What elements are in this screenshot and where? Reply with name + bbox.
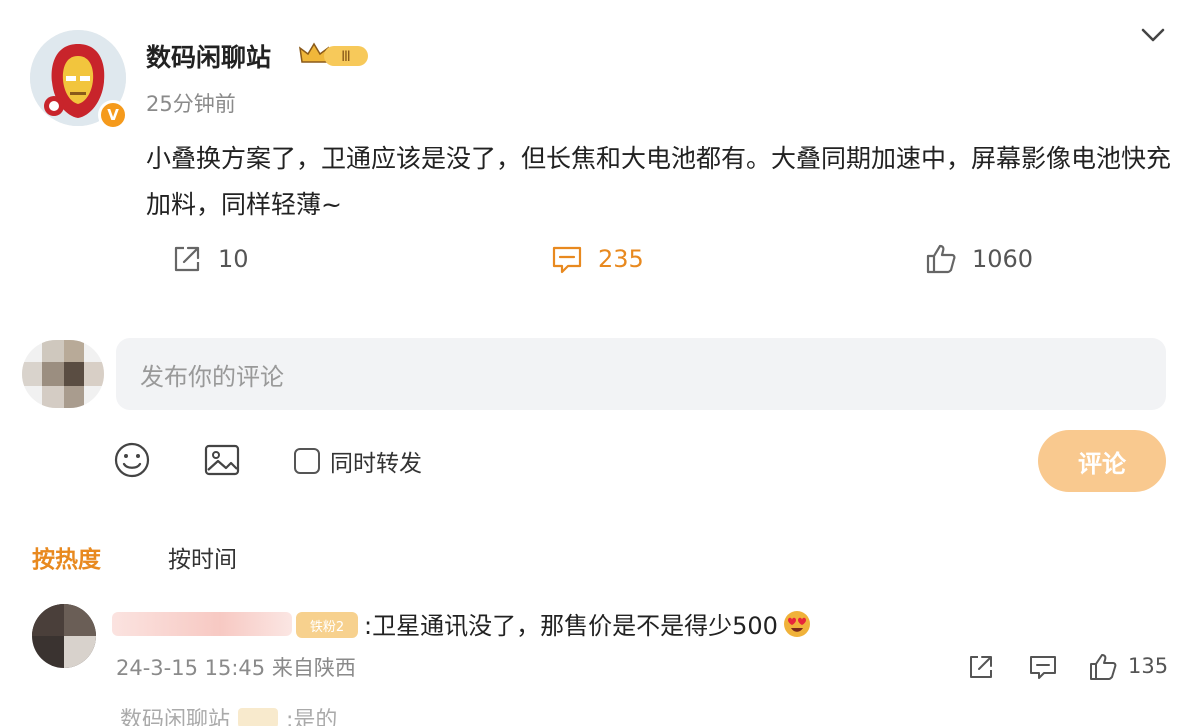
sub-reply-text: :是的: [286, 708, 338, 726]
repost-label: 同时转发: [330, 451, 422, 477]
reply-comment-icon[interactable]: [1028, 652, 1058, 682]
sub-reply-badge: [238, 708, 279, 726]
sub-reply-preview: 数码闲聊站 :是的: [120, 702, 337, 726]
reply-like-count: 135: [1128, 654, 1169, 678]
comment-count: 235: [598, 245, 644, 273]
share-button[interactable]: 10: [170, 242, 249, 276]
vip-crown-badge-icon: Ⅲ: [299, 42, 368, 66]
submit-comment-button[interactable]: 评论: [1038, 430, 1166, 492]
reply-meta: 24-3-15 15:45 来自陕西: [116, 656, 356, 680]
verified-badge: V: [98, 100, 128, 130]
like-button[interactable]: 1060: [924, 242, 1033, 276]
author-name[interactable]: 数码闲聊站: [146, 38, 271, 74]
checkbox[interactable]: [294, 448, 320, 474]
reply-share-icon[interactable]: [966, 652, 996, 682]
chevron-down-icon[interactable]: [1138, 24, 1168, 46]
like-count: 1060: [972, 245, 1034, 273]
my-avatar: [22, 340, 104, 408]
sort-by-time-tab[interactable]: 按时间: [168, 540, 237, 574]
repost-checkbox[interactable]: 同时转发: [294, 444, 422, 478]
reply-author-name-redacted[interactable]: [112, 612, 292, 636]
reply-text-content: :卫星通讯没了，那售价是不是得少500: [364, 612, 778, 640]
share-count: 10: [218, 245, 249, 273]
level-badge-text: Ⅲ: [341, 49, 351, 65]
reply-text: :卫星通讯没了，那售价是不是得少500: [364, 606, 812, 641]
pixelated-avatar-icon: [22, 340, 104, 408]
comment-button[interactable]: 235: [550, 242, 644, 276]
reply-like-icon[interactable]: [1088, 652, 1118, 682]
pixelated-avatar-icon: [32, 604, 96, 668]
comment-icon: [552, 246, 582, 274]
like-icon: [926, 244, 956, 274]
image-icon[interactable]: [202, 440, 242, 480]
sub-reply-author[interactable]: 数码闲聊站: [120, 702, 230, 726]
comment-input[interactable]: 发布你的评论: [116, 338, 1166, 410]
weibo-post: V 数码闲聊站 Ⅲ 25分钟前 小叠换方案了，卫通应该是没了，但长焦和大电池都有…: [0, 0, 1200, 726]
reply-avatar[interactable]: [32, 604, 96, 668]
emoji-icon[interactable]: [112, 440, 152, 480]
fan-badge: 铁粉2: [296, 612, 358, 638]
heart-eyes-emoji-icon: [783, 610, 810, 637]
share-icon: [174, 246, 200, 272]
post-content: 小叠换方案了，卫通应该是没了，但长焦和大电池都有。大叠同期加速中，屏幕影像电池快…: [146, 144, 1172, 219]
post-time: 25分钟前: [146, 92, 236, 116]
sort-by-hot-tab[interactable]: 按热度: [32, 540, 101, 574]
